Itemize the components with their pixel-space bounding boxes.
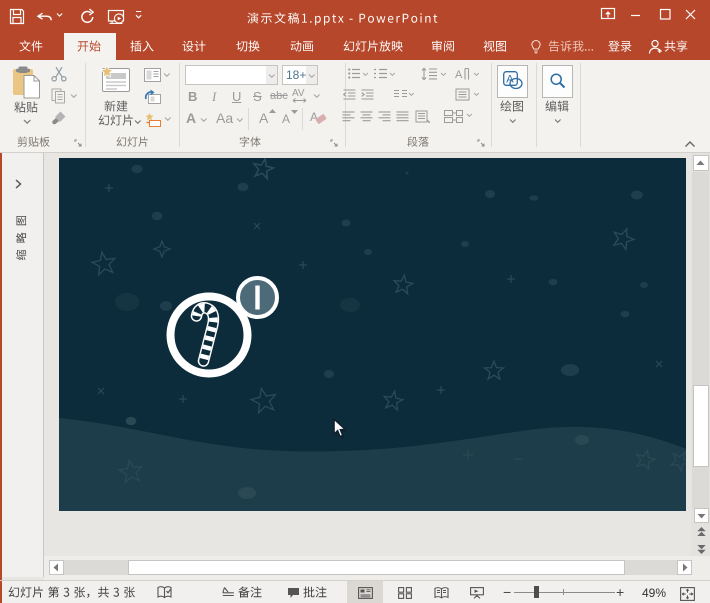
svg-text:AV: AV — [292, 88, 305, 99]
svg-text:A: A — [310, 110, 318, 124]
svg-text:A: A — [455, 69, 463, 81]
